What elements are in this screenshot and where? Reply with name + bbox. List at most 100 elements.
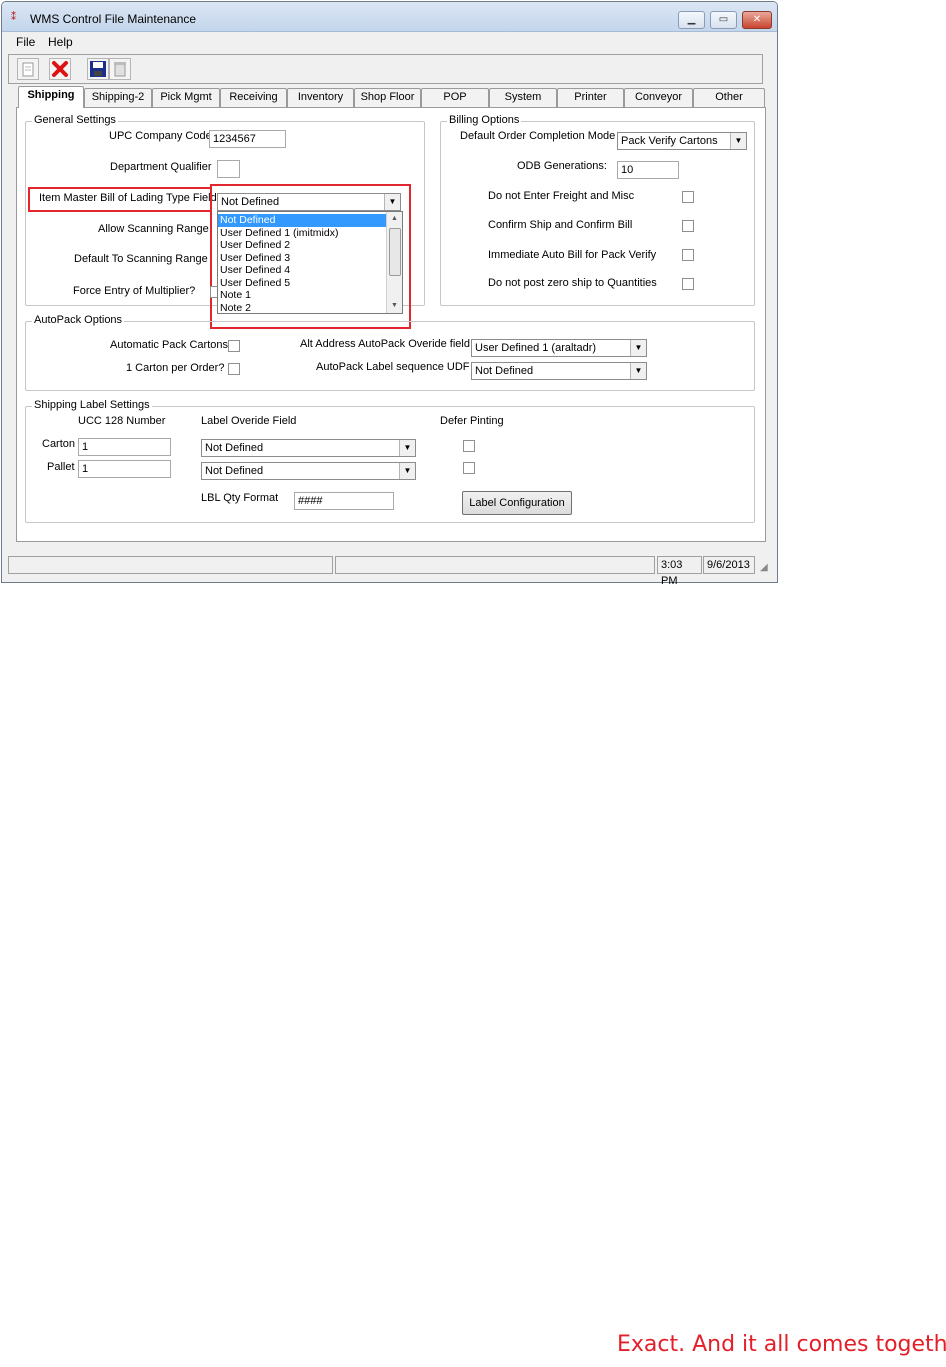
bill-of-lading-dropdown-list: Not Defined User Defined 1 (imitmidx) Us… [217, 211, 403, 314]
automatic-pack-cartons-checkbox[interactable] [228, 340, 240, 352]
dropdown-option[interactable]: User Defined 5 [218, 277, 386, 290]
zero-ship-label: Do not post zero ship to Quantities [488, 277, 657, 289]
dropdown-option[interactable]: User Defined 3 [218, 252, 386, 265]
carton-ucc-input[interactable]: 1 [78, 438, 171, 456]
no-freight-misc-checkbox[interactable] [682, 191, 694, 203]
dropdown-option[interactable]: Not Defined [218, 214, 386, 227]
auto-bill-pack-verify-checkbox[interactable] [682, 249, 694, 261]
dropdown-option[interactable]: User Defined 4 [218, 264, 386, 277]
alt-address-override-select[interactable]: User Defined 1 (araltadr) ▼ [471, 339, 647, 357]
tab-shipping-2[interactable]: Shipping-2 [84, 88, 152, 107]
dropdown-scrollbar[interactable]: ▲ ▼ [386, 212, 402, 313]
chevron-down-icon[interactable]: ▼ [399, 440, 415, 456]
dropdown-option[interactable]: User Defined 1 (imitmidx) [218, 227, 386, 240]
dropdown-option[interactable]: User Defined 2 [218, 239, 386, 252]
resize-grip-icon[interactable]: ◢ [760, 562, 768, 573]
chevron-down-icon[interactable]: ▼ [630, 340, 646, 356]
tab-system[interactable]: System [489, 88, 557, 107]
order-completion-mode-label: Default Order Completion Mode [460, 130, 616, 142]
tab-conveyor[interactable]: Conveyor [624, 88, 693, 107]
shipping-label-settings-title: Shipping Label Settings [32, 399, 152, 411]
allow-scanning-range-label: Allow Scanning Range [98, 223, 209, 235]
department-qualifier-input[interactable] [217, 160, 240, 178]
upc-company-code-label: UPC Company Code [109, 130, 212, 142]
carton-override-select[interactable]: Not Defined ▼ [201, 439, 416, 457]
lbl-qty-format-input[interactable]: #### [294, 492, 394, 510]
one-carton-per-order-checkbox[interactable] [228, 363, 240, 375]
pallet-defer-printing-checkbox[interactable] [463, 462, 475, 474]
alt-address-override-value: User Defined 1 (araltadr) [475, 342, 597, 354]
tab-other[interactable]: Other [693, 88, 765, 107]
chevron-down-icon[interactable]: ▼ [384, 194, 400, 210]
new-button[interactable] [17, 58, 39, 80]
tab-receiving[interactable]: Receiving [220, 88, 287, 107]
pallet-override-select[interactable]: Not Defined ▼ [201, 462, 416, 480]
pallet-ucc-input[interactable]: 1 [78, 460, 171, 478]
title-bar: ⁑ WMS Control File Maintenance ▁ ▭ ✕ [2, 2, 777, 32]
menu-bar: File Help [2, 32, 777, 52]
save-button[interactable] [87, 58, 109, 80]
zero-ship-checkbox[interactable] [682, 278, 694, 290]
pallet-override-value: Not Defined [205, 465, 264, 477]
status-panel-1 [8, 556, 333, 574]
carton-override-value: Not Defined [205, 442, 264, 454]
menu-help[interactable]: Help [48, 35, 73, 49]
label-sequence-udf-select[interactable]: Not Defined ▼ [471, 362, 647, 380]
lbl-qty-format-label: LBL Qty Format [201, 492, 279, 504]
billing-options-title: Billing Options [447, 114, 522, 126]
minimize-button[interactable]: ▁ [678, 11, 705, 29]
default-scanning-range-label: Default To Scanning Range [74, 253, 208, 265]
upc-company-code-input[interactable]: 1234567 [209, 130, 286, 148]
maximize-button[interactable]: ▭ [710, 11, 737, 29]
tab-pop[interactable]: POP [421, 88, 489, 107]
tab-pick-mgmt[interactable]: Pick Mgmt [152, 88, 220, 107]
dropdown-option[interactable]: Note 2 [218, 302, 386, 313]
label-configuration-button[interactable]: Label Configuration [462, 491, 572, 515]
label-override-header: Label Overide Field [201, 415, 297, 427]
scroll-down-icon[interactable]: ▼ [387, 299, 402, 313]
dropdown-option[interactable]: Note 1 [218, 289, 386, 302]
delete-icon [52, 61, 68, 77]
autopack-options-title: AutoPack Options [32, 314, 125, 326]
general-settings-title: General Settings [32, 114, 118, 126]
defer-printing-header: Defer Pinting [440, 415, 504, 427]
automatic-pack-cartons-label: Automatic Pack Cartons [110, 339, 228, 351]
tab-shipping[interactable]: Shipping [18, 86, 84, 108]
tab-shop-floor[interactable]: Shop Floor [354, 88, 421, 107]
department-qualifier-label: Department Qualifier [110, 161, 212, 173]
pallet-label: Pallet [47, 461, 75, 473]
status-panel-2 [335, 556, 655, 574]
carton-defer-printing-checkbox[interactable] [463, 440, 475, 452]
force-entry-multiplier-label: Force Entry of Multiplier? [73, 285, 196, 297]
ucc-128-header: UCC 128 Number [78, 415, 166, 427]
confirm-ship-bill-checkbox[interactable] [682, 220, 694, 232]
close-button[interactable]: ✕ [742, 11, 772, 29]
trash-icon [114, 62, 126, 77]
trash-button[interactable] [109, 58, 131, 80]
new-icon [22, 62, 34, 77]
confirm-ship-bill-label: Confirm Ship and Confirm Bill [488, 219, 633, 231]
delete-button[interactable] [49, 58, 71, 80]
carton-label: Carton [42, 438, 76, 450]
odb-generations-input[interactable]: 10 [617, 161, 679, 179]
scroll-up-icon[interactable]: ▲ [387, 212, 402, 226]
one-carton-per-order-label: 1 Carton per Order? [126, 362, 225, 374]
bill-of-lading-type-select[interactable]: Not Defined ▼ [217, 193, 401, 211]
chevron-down-icon[interactable]: ▼ [730, 133, 746, 149]
status-date: 9/6/2013 [703, 556, 755, 574]
save-icon [90, 61, 106, 77]
label-sequence-udf-value: Not Defined [475, 365, 534, 377]
menu-file[interactable]: File [16, 35, 35, 49]
auto-bill-pack-verify-label: Immediate Auto Bill for Pack Verify [488, 249, 657, 261]
no-freight-misc-label: Do not Enter Freight and Misc [488, 190, 635, 202]
alt-address-override-label: Alt Address AutoPack Overide field [300, 338, 470, 350]
app-icon: ⁑ [11, 12, 16, 23]
tab-printer[interactable]: Printer [557, 88, 624, 107]
chevron-down-icon[interactable]: ▼ [399, 463, 415, 479]
tab-inventory[interactable]: Inventory [287, 88, 354, 107]
order-completion-mode-select[interactable]: Pack Verify Cartons ▼ [617, 132, 747, 150]
order-completion-mode-value: Pack Verify Cartons [621, 135, 718, 147]
label-sequence-udf-label: AutoPack Label sequence UDF [316, 361, 470, 373]
chevron-down-icon[interactable]: ▼ [630, 363, 646, 379]
scroll-thumb[interactable] [389, 228, 401, 276]
